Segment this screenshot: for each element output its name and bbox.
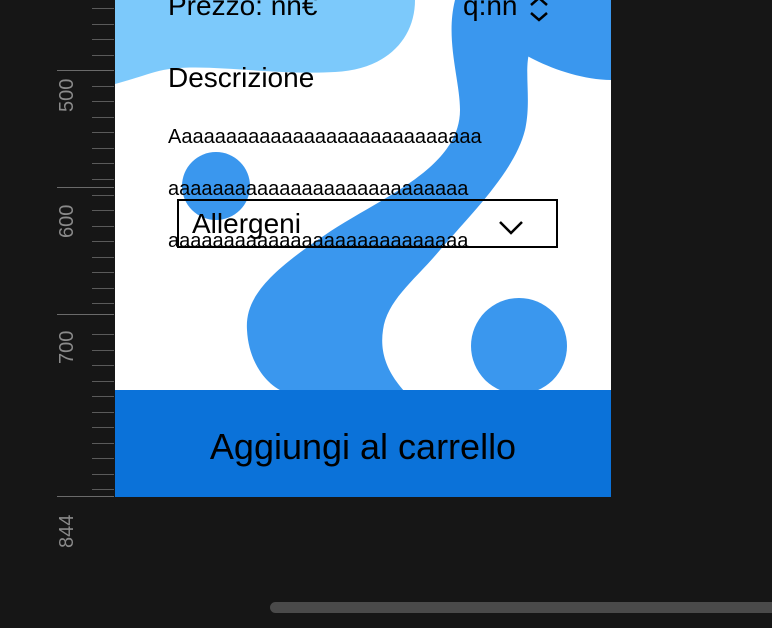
ruler-tick xyxy=(92,132,114,133)
description-line: Aaaaaaaaaaaaaaaaaaaaaaaaaaaa xyxy=(168,126,482,148)
ruler-tick xyxy=(92,288,114,289)
ruler-tick xyxy=(92,365,114,366)
ruler-tick xyxy=(92,396,114,397)
add-to-cart-label: Aggiungi al carrello xyxy=(209,425,517,467)
ruler-tick xyxy=(92,226,114,227)
ruler-tick xyxy=(92,24,114,25)
ruler-tick xyxy=(92,39,114,40)
ruler-tick-major xyxy=(57,314,114,315)
ruler-tick-major xyxy=(57,70,114,71)
ruler-tick xyxy=(92,148,114,149)
ruler-tick xyxy=(92,458,114,459)
vertical-ruler: 500 600 700 844 xyxy=(0,0,115,628)
ruler-tick xyxy=(92,55,114,56)
ruler-label-700: 700 xyxy=(56,330,78,364)
ruler-tick xyxy=(92,474,114,475)
ruler-tick xyxy=(92,443,114,444)
ruler-end-tick xyxy=(57,496,114,497)
ruler-tick xyxy=(92,350,114,351)
ruler-label-end: 844 xyxy=(56,514,78,548)
ruler-tick xyxy=(92,412,114,413)
add-to-cart-button[interactable]: Aggiungi al carrello xyxy=(115,390,611,497)
ruler-label-600: 600 xyxy=(56,204,78,238)
ruler-tick xyxy=(92,272,114,273)
ruler-tick xyxy=(92,257,114,258)
quantity-text: q:nn xyxy=(463,0,518,21)
price-text: Prezzo: nn€ xyxy=(168,0,318,21)
ruler-tick xyxy=(92,241,114,242)
ruler-tick xyxy=(92,489,114,490)
ruler-tick xyxy=(92,163,114,164)
product-detail-artboard: Prezzo: nn€ q:nn Descrizione Aaaaaaaaaaa… xyxy=(115,0,611,497)
ruler-tick xyxy=(92,303,114,304)
blob-circle-right xyxy=(471,298,567,394)
ruler-tick xyxy=(92,195,114,196)
chevron-up-down-icon[interactable] xyxy=(527,0,551,24)
ruler-tick xyxy=(92,427,114,428)
description-title: Descrizione xyxy=(168,62,315,93)
ruler-tick-major xyxy=(57,187,114,188)
chevron-down-icon xyxy=(499,221,523,235)
ruler-tick xyxy=(92,101,114,102)
ruler-tick xyxy=(92,179,114,180)
description-text: Aaaaaaaaaaaaaaaaaaaaaaaaaaaa aaaaaaaaaaa… xyxy=(168,98,548,280)
allergens-dropdown[interactable]: Allergeni xyxy=(177,199,558,248)
allergens-label: Allergeni xyxy=(192,208,301,239)
horizontal-scrollbar[interactable] xyxy=(270,602,772,613)
ruler-tick xyxy=(92,334,114,335)
ruler-tick xyxy=(92,8,114,9)
ruler-tick xyxy=(92,117,114,118)
ruler-tick xyxy=(92,210,114,211)
ruler-label-500: 500 xyxy=(56,78,78,112)
ruler-tick xyxy=(92,86,114,87)
ruler-tick xyxy=(92,381,114,382)
